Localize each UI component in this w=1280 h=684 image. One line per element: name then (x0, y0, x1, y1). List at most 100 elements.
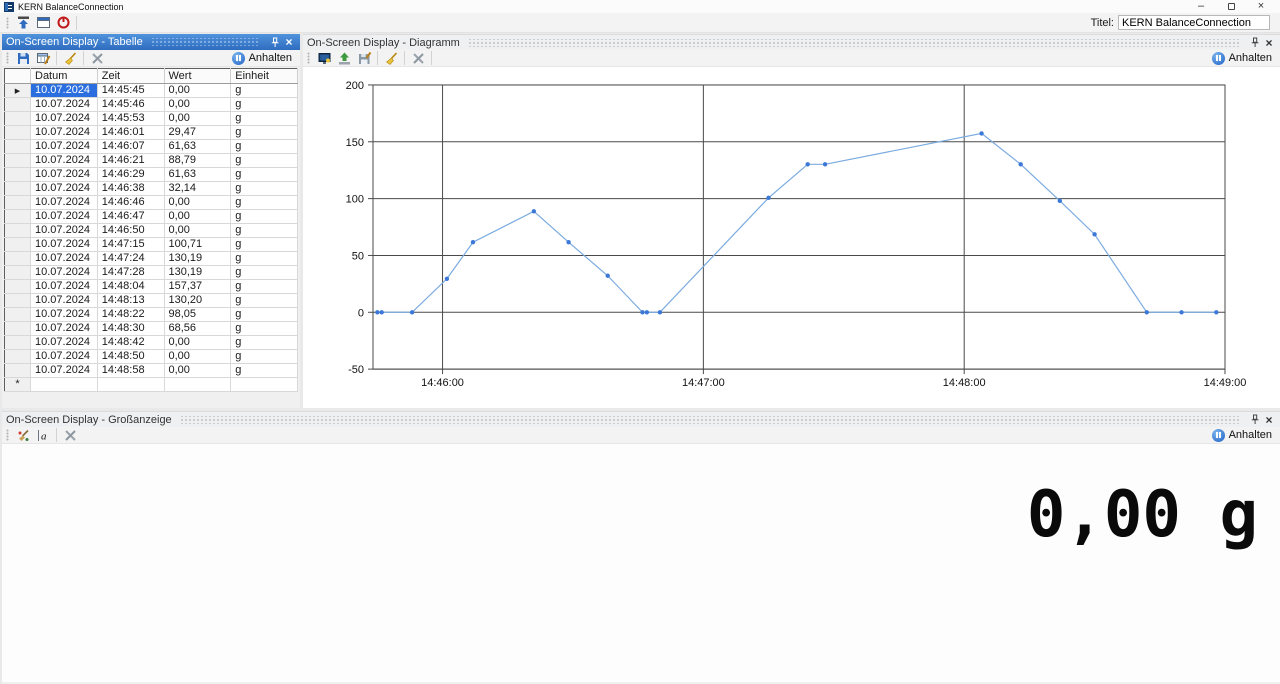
table-cell[interactable]: 14:46:38 (97, 182, 164, 196)
table-cell[interactable]: g (231, 294, 298, 308)
table-cell[interactable]: 14:48:42 (97, 336, 164, 350)
row-header-cell[interactable] (5, 294, 31, 308)
table-cell[interactable]: 10.07.2024 (31, 112, 98, 126)
table-cell[interactable]: 14:46:07 (97, 140, 164, 154)
table-cell[interactable]: 10.07.2024 (31, 364, 98, 378)
row-header-cell[interactable] (5, 140, 31, 154)
table-cell[interactable]: 10.07.2024 (31, 210, 98, 224)
window-layout-button[interactable] (33, 14, 53, 32)
table-cell[interactable]: g (231, 350, 298, 364)
stop-button[interactable]: Anhalten (1212, 52, 1276, 65)
clear-button[interactable] (60, 49, 80, 67)
table-cell[interactable]: 0,00 (164, 364, 231, 378)
panel-display-titlebar[interactable]: On-Screen Display - Großanzeige × (2, 411, 1280, 427)
table-cell[interactable]: 14:48:50 (97, 350, 164, 364)
table-cell[interactable]: 10.07.2024 (31, 350, 98, 364)
table-cell[interactable]: g (231, 322, 298, 336)
exit-button[interactable] (53, 14, 73, 32)
table-cell[interactable]: g (231, 154, 298, 168)
new-row-marker[interactable]: * (5, 378, 31, 392)
minimize-button[interactable]: – (1194, 1, 1208, 12)
panel-table-titlebar[interactable]: On-Screen Display - Tabelle × (2, 34, 300, 50)
row-header-cell[interactable] (5, 336, 31, 350)
table-cell[interactable]: 14:47:15 (97, 238, 164, 252)
table-cell[interactable]: g (231, 224, 298, 238)
table-cell[interactable]: g (231, 364, 298, 378)
table-cell[interactable]: 10.07.2024 (31, 196, 98, 210)
table-cell[interactable]: 14:46:50 (97, 224, 164, 238)
column-header-zeit[interactable]: Zeit (97, 69, 164, 84)
table-cell[interactable]: 130,19 (164, 252, 231, 266)
copy-image-button[interactable] (314, 49, 334, 67)
table-cell[interactable]: 14:46:21 (97, 154, 164, 168)
row-header-cell[interactable] (5, 322, 31, 336)
table-cell[interactable]: 14:46:01 (97, 126, 164, 140)
table-cell[interactable]: g (231, 98, 298, 112)
row-header-cell[interactable] (5, 280, 31, 294)
table-cell[interactable]: 0,00 (164, 84, 231, 98)
row-header-cell[interactable] (5, 154, 31, 168)
table-cell[interactable]: g (231, 196, 298, 210)
table-cell[interactable]: 10.07.2024 (31, 98, 98, 112)
row-header-cell[interactable] (5, 210, 31, 224)
table-cell[interactable]: 10.07.2024 (31, 252, 98, 266)
table-cell[interactable]: g (231, 84, 298, 98)
table-cell[interactable]: 14:46:29 (97, 168, 164, 182)
table-cell[interactable]: g (231, 112, 298, 126)
table-cell[interactable]: 10.07.2024 (31, 280, 98, 294)
column-header-datum[interactable]: Datum (31, 69, 98, 84)
table-cell[interactable]: 10.07.2024 (31, 322, 98, 336)
settings-button[interactable] (87, 49, 107, 67)
table-cell[interactable]: 10.07.2024 (31, 84, 98, 98)
save-as-button[interactable] (354, 49, 374, 67)
table-cell[interactable]: g (231, 168, 298, 182)
panel-chart-titlebar[interactable]: On-Screen Display - Diagramm × (303, 34, 1280, 50)
background-color-button[interactable] (13, 426, 33, 444)
table-cell[interactable]: 14:46:46 (97, 196, 164, 210)
table-cell[interactable]: 61,63 (164, 140, 231, 154)
row-header-cell[interactable] (5, 308, 31, 322)
table-cell[interactable]: 32,14 (164, 182, 231, 196)
table-cell[interactable]: 14:48:13 (97, 294, 164, 308)
table-cell[interactable]: 10.07.2024 (31, 336, 98, 350)
row-header-cell[interactable] (5, 196, 31, 210)
column-header-einheit[interactable]: Einheit (231, 69, 298, 84)
column-header-wert[interactable]: Wert (164, 69, 231, 84)
table-cell[interactable]: 0,00 (164, 210, 231, 224)
table-cell[interactable]: 61,63 (164, 168, 231, 182)
table-cell[interactable]: 88,79 (164, 154, 231, 168)
table-cell[interactable]: 14:46:47 (97, 210, 164, 224)
table-cell[interactable]: 10.07.2024 (31, 266, 98, 280)
row-header-cell[interactable] (5, 224, 31, 238)
stop-button[interactable]: Anhalten (1212, 429, 1276, 442)
row-header-cell[interactable] (5, 112, 31, 126)
table-cell[interactable] (231, 378, 298, 392)
table-cell[interactable]: 14:45:45 (97, 84, 164, 98)
table-cell[interactable]: 29,47 (164, 126, 231, 140)
table-cell[interactable]: 10.07.2024 (31, 126, 98, 140)
table-cell[interactable]: 10.07.2024 (31, 154, 98, 168)
close-button[interactable]: × (1254, 1, 1268, 12)
table-cell[interactable]: 10.07.2024 (31, 238, 98, 252)
table-cell[interactable]: g (231, 266, 298, 280)
row-header-cell[interactable] (5, 98, 31, 112)
row-header-cell[interactable] (5, 126, 31, 140)
settings-button[interactable] (60, 426, 80, 444)
table-cell[interactable]: 68,56 (164, 322, 231, 336)
pin-top-button[interactable] (13, 14, 33, 32)
table-cell[interactable]: 0,00 (164, 112, 231, 126)
table-cell[interactable]: 10.07.2024 (31, 294, 98, 308)
row-header-cell[interactable] (5, 266, 31, 280)
table-cell[interactable]: 130,19 (164, 266, 231, 280)
table-cell[interactable]: 0,00 (164, 98, 231, 112)
pin-button[interactable] (1248, 36, 1262, 50)
table-cell[interactable]: 14:45:46 (97, 98, 164, 112)
row-header-cell[interactable] (5, 364, 31, 378)
pin-button[interactable] (268, 35, 282, 49)
table-cell[interactable]: 14:48:58 (97, 364, 164, 378)
table-cell[interactable]: g (231, 336, 298, 350)
table-cell[interactable]: 10.07.2024 (31, 182, 98, 196)
edit-table-button[interactable] (33, 49, 53, 67)
table-cell[interactable]: g (231, 308, 298, 322)
panel-close-button[interactable]: × (282, 35, 296, 49)
